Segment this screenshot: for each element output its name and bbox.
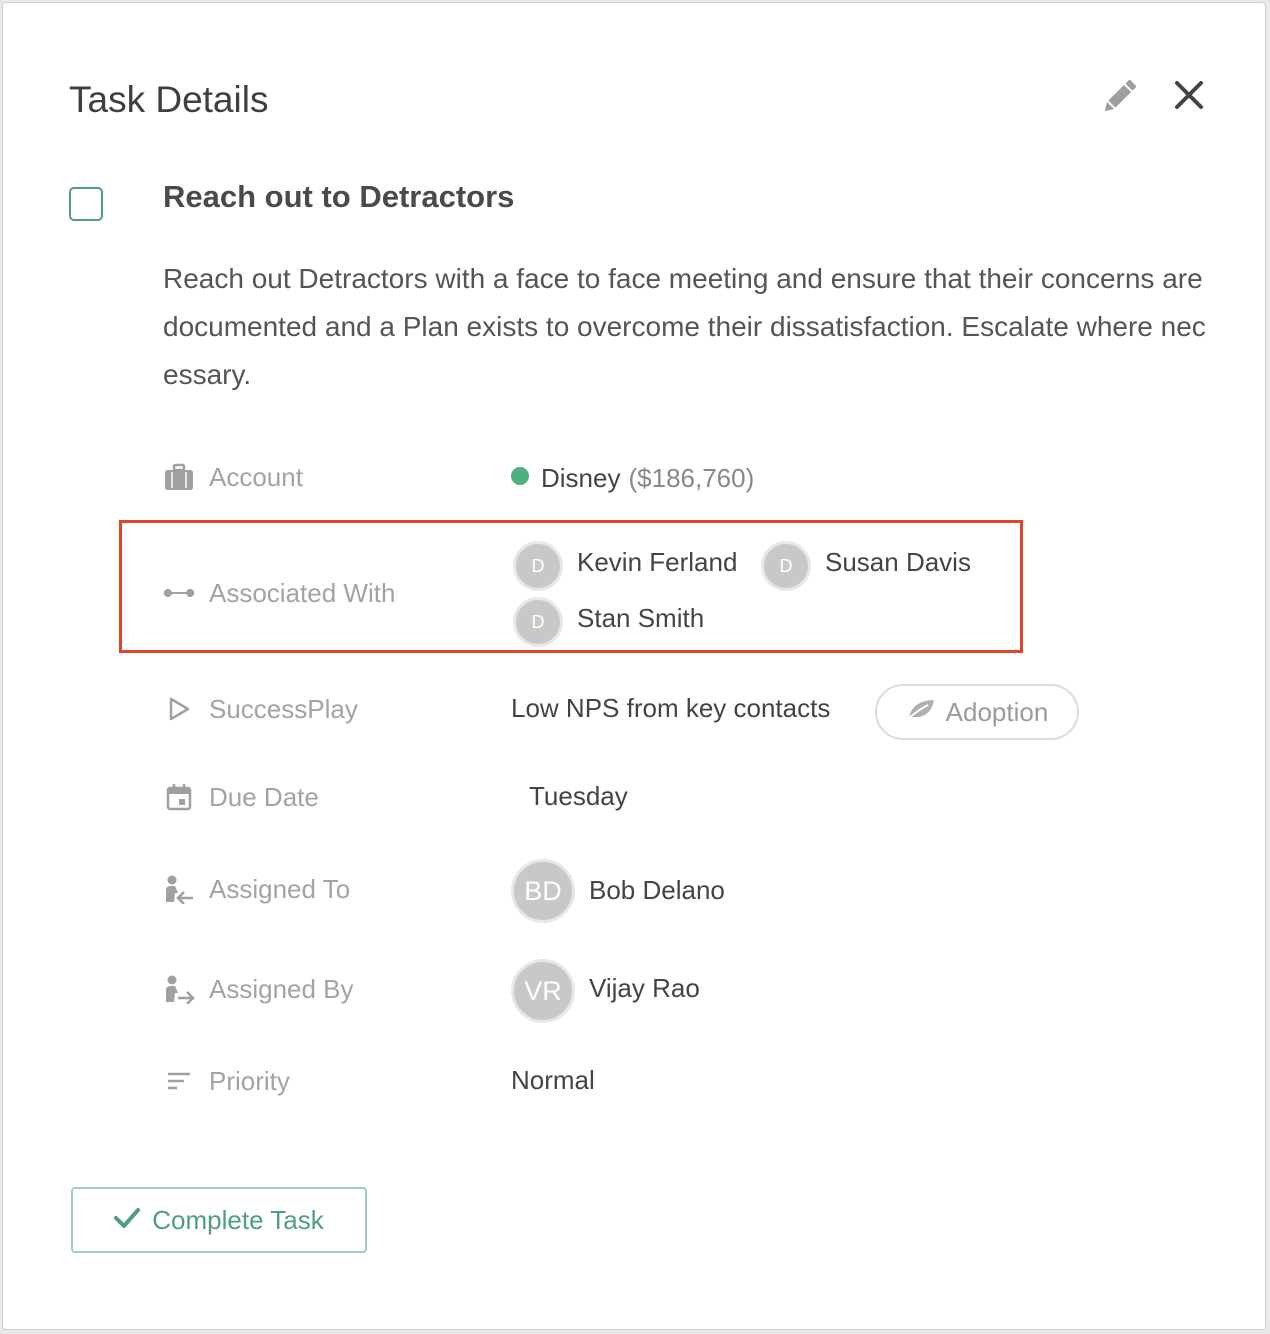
account-label-text: Account (209, 461, 303, 492)
connection-icon (163, 577, 195, 609)
account-amount: ($186,760) (628, 463, 755, 493)
avatar: BD (511, 859, 575, 923)
priority-value[interactable]: Normal (511, 1065, 595, 1096)
successplay-value[interactable]: Low NPS from key contacts (511, 693, 830, 724)
adoption-tag[interactable]: Adoption (875, 684, 1079, 740)
associated-person-name[interactable]: Kevin Ferland (577, 547, 737, 578)
account-name[interactable]: Disney (541, 463, 620, 493)
close-button[interactable] (1167, 73, 1211, 117)
assign-to-icon (163, 873, 195, 905)
modal-title: Task Details (69, 79, 269, 120)
task-complete-checkbox[interactable] (69, 187, 103, 221)
avatar: D (513, 597, 563, 647)
avatar: D (761, 541, 811, 591)
avatar: VR (511, 959, 575, 1023)
account-value: Disney ($186,760) (541, 463, 754, 494)
associated-with-label-text: Associated With (209, 577, 396, 608)
successplay-label: SuccessPlay (163, 693, 358, 725)
assigned-to-name[interactable]: Bob Delano (589, 875, 725, 906)
account-label: Account (163, 461, 303, 493)
edit-button[interactable] (1097, 75, 1141, 119)
close-icon (1175, 81, 1203, 109)
task-description: Reach out Detractors with a face to face… (163, 263, 1206, 390)
assign-by-icon (163, 973, 195, 1005)
complete-task-button[interactable]: Complete Task (71, 1187, 367, 1253)
leaf-icon (906, 697, 936, 728)
task-details-modal: Task Details Reach out to Detractors Rea… (2, 2, 1266, 1330)
due-date-label-text: Due Date (209, 781, 319, 812)
associated-person-name[interactable]: Stan Smith (577, 603, 704, 634)
due-date-value[interactable]: Tuesday (529, 781, 628, 812)
complete-task-label: Complete Task (152, 1204, 324, 1235)
pencil-icon (1104, 79, 1137, 112)
avatar: D (513, 541, 563, 591)
assigned-by-label: Assigned By (163, 973, 354, 1005)
briefcase-icon (163, 461, 195, 493)
calendar-icon (163, 781, 195, 813)
task-name: Reach out to Detractors (163, 179, 515, 214)
play-icon (163, 693, 195, 725)
associated-with-label: Associated With (163, 577, 395, 609)
due-date-label: Due Date (163, 781, 319, 813)
account-status-dot (511, 467, 529, 485)
assigned-to-label: Assigned To (163, 873, 350, 905)
adoption-tag-label: Adoption (945, 696, 1049, 727)
priority-label-text: Priority (209, 1065, 290, 1096)
associated-person-name[interactable]: Susan Davis (825, 547, 971, 578)
successplay-label-text: SuccessPlay (209, 693, 358, 724)
assigned-by-label-text: Assigned By (209, 973, 354, 1004)
priority-label: Priority (163, 1065, 290, 1097)
priority-icon (163, 1065, 195, 1097)
assigned-to-label-text: Assigned To (209, 873, 351, 904)
checkmark-icon (114, 1205, 141, 1236)
assigned-by-name[interactable]: Vijay Rao (589, 973, 700, 1004)
